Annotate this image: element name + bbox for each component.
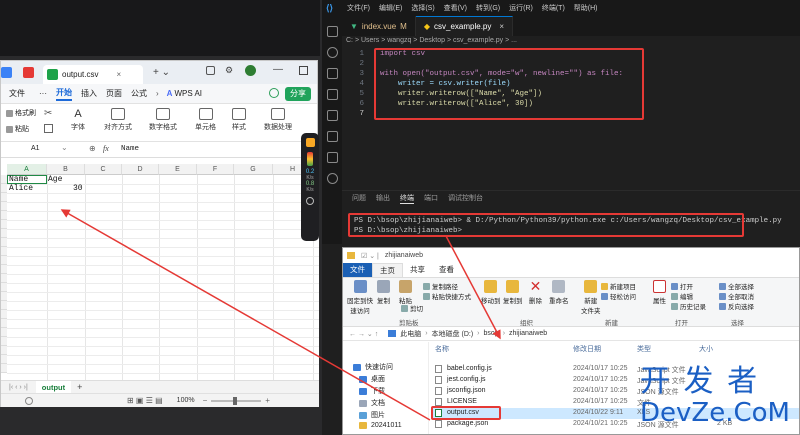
arrow-to-explorer: [445, 235, 501, 340]
arrow-to-spreadsheet: [60, 209, 431, 421]
watermark-en: DevZe.CoM: [640, 398, 790, 428]
watermark-cn: 开 发 者: [640, 364, 760, 399]
watermark: 开 发 者 DevZe.CoM: [640, 366, 800, 435]
